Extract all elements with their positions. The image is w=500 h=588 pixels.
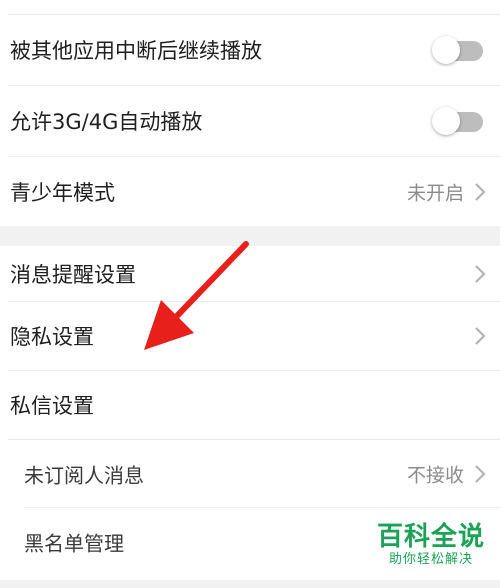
- watermark-logo: 百科全说 助你轻松解决: [370, 522, 492, 568]
- toggle-switch-mobile-autoplay[interactable]: [432, 107, 484, 135]
- watermark-subtitle: 助你轻松解决: [388, 552, 473, 567]
- setting-label-teen-mode: 青少年模式: [10, 180, 115, 205]
- unsubscribed-messages-status: 不接收: [406, 464, 464, 486]
- setting-row-background-resume[interactable]: 被其他应用中断后继续播放: [0, 15, 500, 85]
- setting-label-mobile-autoplay: 允许3G/4G自动播放: [10, 110, 203, 134]
- setting-label-background-resume: 被其他应用中断后继续播放: [10, 39, 262, 63]
- toggle-knob: [432, 107, 460, 135]
- chevron-right-icon: [475, 182, 486, 201]
- toggle-knob: [432, 36, 460, 64]
- setting-label-unsubscribed-messages: 未订阅人消息: [24, 463, 144, 487]
- setting-row-mobile-autoplay[interactable]: 允许3G/4G自动播放: [0, 86, 500, 156]
- chevron-right-icon: [475, 264, 486, 283]
- chevron-right-icon: [475, 464, 486, 483]
- setting-row-unsubscribed-messages[interactable]: 未订阅人消息 不接收: [0, 440, 500, 507]
- setting-label-notifications: 消息提醒设置: [10, 262, 136, 287]
- section-title-dm-settings: 私信设置: [10, 394, 94, 418]
- setting-label-privacy: 隐私设置: [10, 325, 94, 349]
- section-header-dm-settings: 私信设置: [0, 371, 500, 439]
- setting-row-privacy[interactable]: 隐私设置: [0, 302, 500, 370]
- teen-mode-status: 未开启: [406, 182, 464, 204]
- setting-row-teen-mode[interactable]: 青少年模式 未开启: [0, 157, 500, 226]
- watermark-title: 百科全说: [376, 522, 485, 552]
- chevron-right-icon: [475, 327, 486, 345]
- settings-group-playback: 被其他应用中断后继续播放 允许3G/4G自动播放 青少年模式 未开启: [0, 0, 500, 226]
- setting-label-blacklist: 黑名单管理: [24, 531, 124, 556]
- toggle-switch-background-resume[interactable]: [432, 36, 484, 64]
- setting-row-notifications[interactable]: 消息提醒设置: [0, 246, 500, 301]
